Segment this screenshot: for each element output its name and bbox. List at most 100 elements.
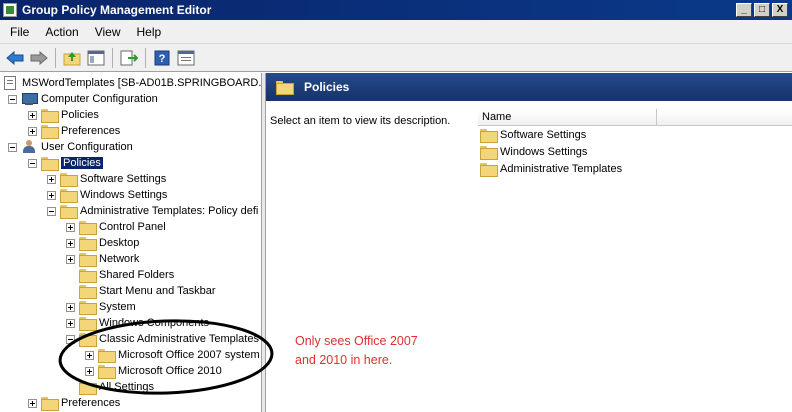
folder-icon [79,301,97,315]
forward-arrow-icon[interactable] [28,47,50,69]
folder-icon [41,109,59,123]
collapse-icon[interactable] [47,206,56,216]
tree-root[interactable]: MSWordTemplates [SB-AD01B.SPRINGBOARD.CO [4,75,262,91]
annotation-line-1: Only sees Office 2007 [295,334,418,348]
tree-shared-folders[interactable]: Shared Folders [66,267,174,283]
list-item-label: Administrative Templates [500,163,623,175]
console-tree[interactable]: MSWordTemplates [SB-AD01B.SPRINGBOARD.CO… [0,73,262,412]
properties-icon[interactable] [175,47,197,69]
expand-icon[interactable] [47,190,56,200]
details-header-title: Policies [304,80,350,94]
column-header: Name [478,109,792,126]
folder-icon [480,129,498,143]
list-item[interactable]: Windows Settings [480,144,587,160]
tree-office-2007[interactable]: Microsoft Office 2007 system [85,347,260,363]
tree-cc-policies[interactable]: Policies [28,107,99,123]
show-hide-tree-icon[interactable] [85,47,107,69]
tree-windows-components[interactable]: Windows Components [66,315,209,331]
tree-label: Network [99,253,140,265]
svg-text:?: ? [159,53,166,65]
gpme-app-icon [3,3,17,17]
expand-icon[interactable] [85,366,94,376]
tree-label: Administrative Templates: Policy defi [80,205,259,217]
up-folder-icon[interactable] [61,47,83,69]
name-column-header[interactable]: Name [478,109,657,125]
tree-label: Policies [61,109,99,121]
collapse-icon[interactable] [28,158,37,168]
folder-icon [79,221,97,235]
tree-label: Computer Configuration [41,93,158,105]
tree-label: Classic Administrative Templates [99,333,259,345]
tree-windows-settings[interactable]: Windows Settings [47,187,167,203]
tree-label: Windows Components [99,317,210,329]
folder-icon [41,157,59,171]
folder-icon [79,333,97,347]
export-list-icon[interactable] [118,47,140,69]
tree-uc-policies[interactable]: Policies [28,155,103,171]
expand-icon[interactable] [28,126,37,136]
list-item-label: Windows Settings [500,146,588,158]
maximize-button[interactable]: □ [754,3,770,17]
tree-start-menu-taskbar[interactable]: Start Menu and Taskbar [66,283,216,299]
close-button[interactable]: X [772,3,788,17]
folder-icon [41,397,59,411]
folder-icon [79,269,97,283]
tree-administrative-templates[interactable]: Administrative Templates: Policy defi [47,203,258,219]
tree-software-settings[interactable]: Software Settings [47,171,166,187]
tree-network[interactable]: Network [66,251,139,267]
tree-root-label: MSWordTemplates [SB-AD01B.SPRINGBOARD.CO [22,77,262,89]
expand-icon[interactable] [66,318,75,328]
folder-icon [41,125,59,139]
expand-icon[interactable] [47,174,56,184]
menu-help[interactable]: Help [129,20,170,44]
expand-icon[interactable] [28,398,37,408]
tree-uc-preferences[interactable]: Preferences [28,395,120,411]
collapse-icon[interactable] [66,334,75,344]
list-item[interactable]: Software Settings [480,127,586,143]
folder-icon [79,237,97,251]
tree-user-configuration[interactable]: User Configuration [8,139,133,155]
tree-label: Microsoft Office 2010 [118,365,222,377]
toolbar: ? [0,44,792,72]
menu-file[interactable]: File [2,20,37,44]
user-icon [21,140,37,154]
folder-icon [79,253,97,267]
tree-control-panel[interactable]: Control Panel [66,219,166,235]
toolbar-separator [112,47,113,68]
tree-system[interactable]: System [66,299,136,315]
menu-action[interactable]: Action [37,20,86,44]
expand-icon[interactable] [66,302,75,312]
tree-desktop[interactable]: Desktop [66,235,139,251]
tree-label: Windows Settings [80,189,168,201]
folder-icon [60,173,78,187]
tree-label: User Configuration [41,141,133,153]
tree-label: All Settings [99,381,155,393]
folder-icon [98,365,116,379]
expand-icon[interactable] [66,254,75,264]
collapse-icon[interactable] [8,142,17,152]
tree-label: Preferences [61,125,121,137]
tree-office-2010[interactable]: Microsoft Office 2010 [85,363,222,379]
back-arrow-icon[interactable] [4,47,26,69]
tree-label: Microsoft Office 2007 system [118,349,260,361]
expand-icon[interactable] [66,238,75,248]
tree-cc-preferences[interactable]: Preferences [28,123,120,139]
computer-icon [21,92,38,106]
toolbar-separator [145,47,146,68]
tree-all-settings[interactable]: All Settings [66,379,154,395]
tree-classic-admin-templates[interactable]: Classic Administrative Templates [66,331,259,347]
menu-view[interactable]: View [87,20,129,44]
list-item[interactable]: Administrative Templates [480,161,622,177]
tree-label: Shared Folders [99,269,175,281]
folder-icon [60,189,78,203]
tree-label: Start Menu and Taskbar [99,285,216,297]
folder-icon [98,349,116,363]
expand-icon[interactable] [28,110,37,120]
help-icon[interactable]: ? [151,47,173,69]
collapse-icon[interactable] [8,94,17,104]
expand-icon[interactable] [85,350,94,360]
tree-computer-configuration[interactable]: Computer Configuration [8,91,158,107]
folder-icon [276,81,294,95]
minimize-button[interactable]: _ [736,3,752,17]
expand-icon[interactable] [66,222,75,232]
